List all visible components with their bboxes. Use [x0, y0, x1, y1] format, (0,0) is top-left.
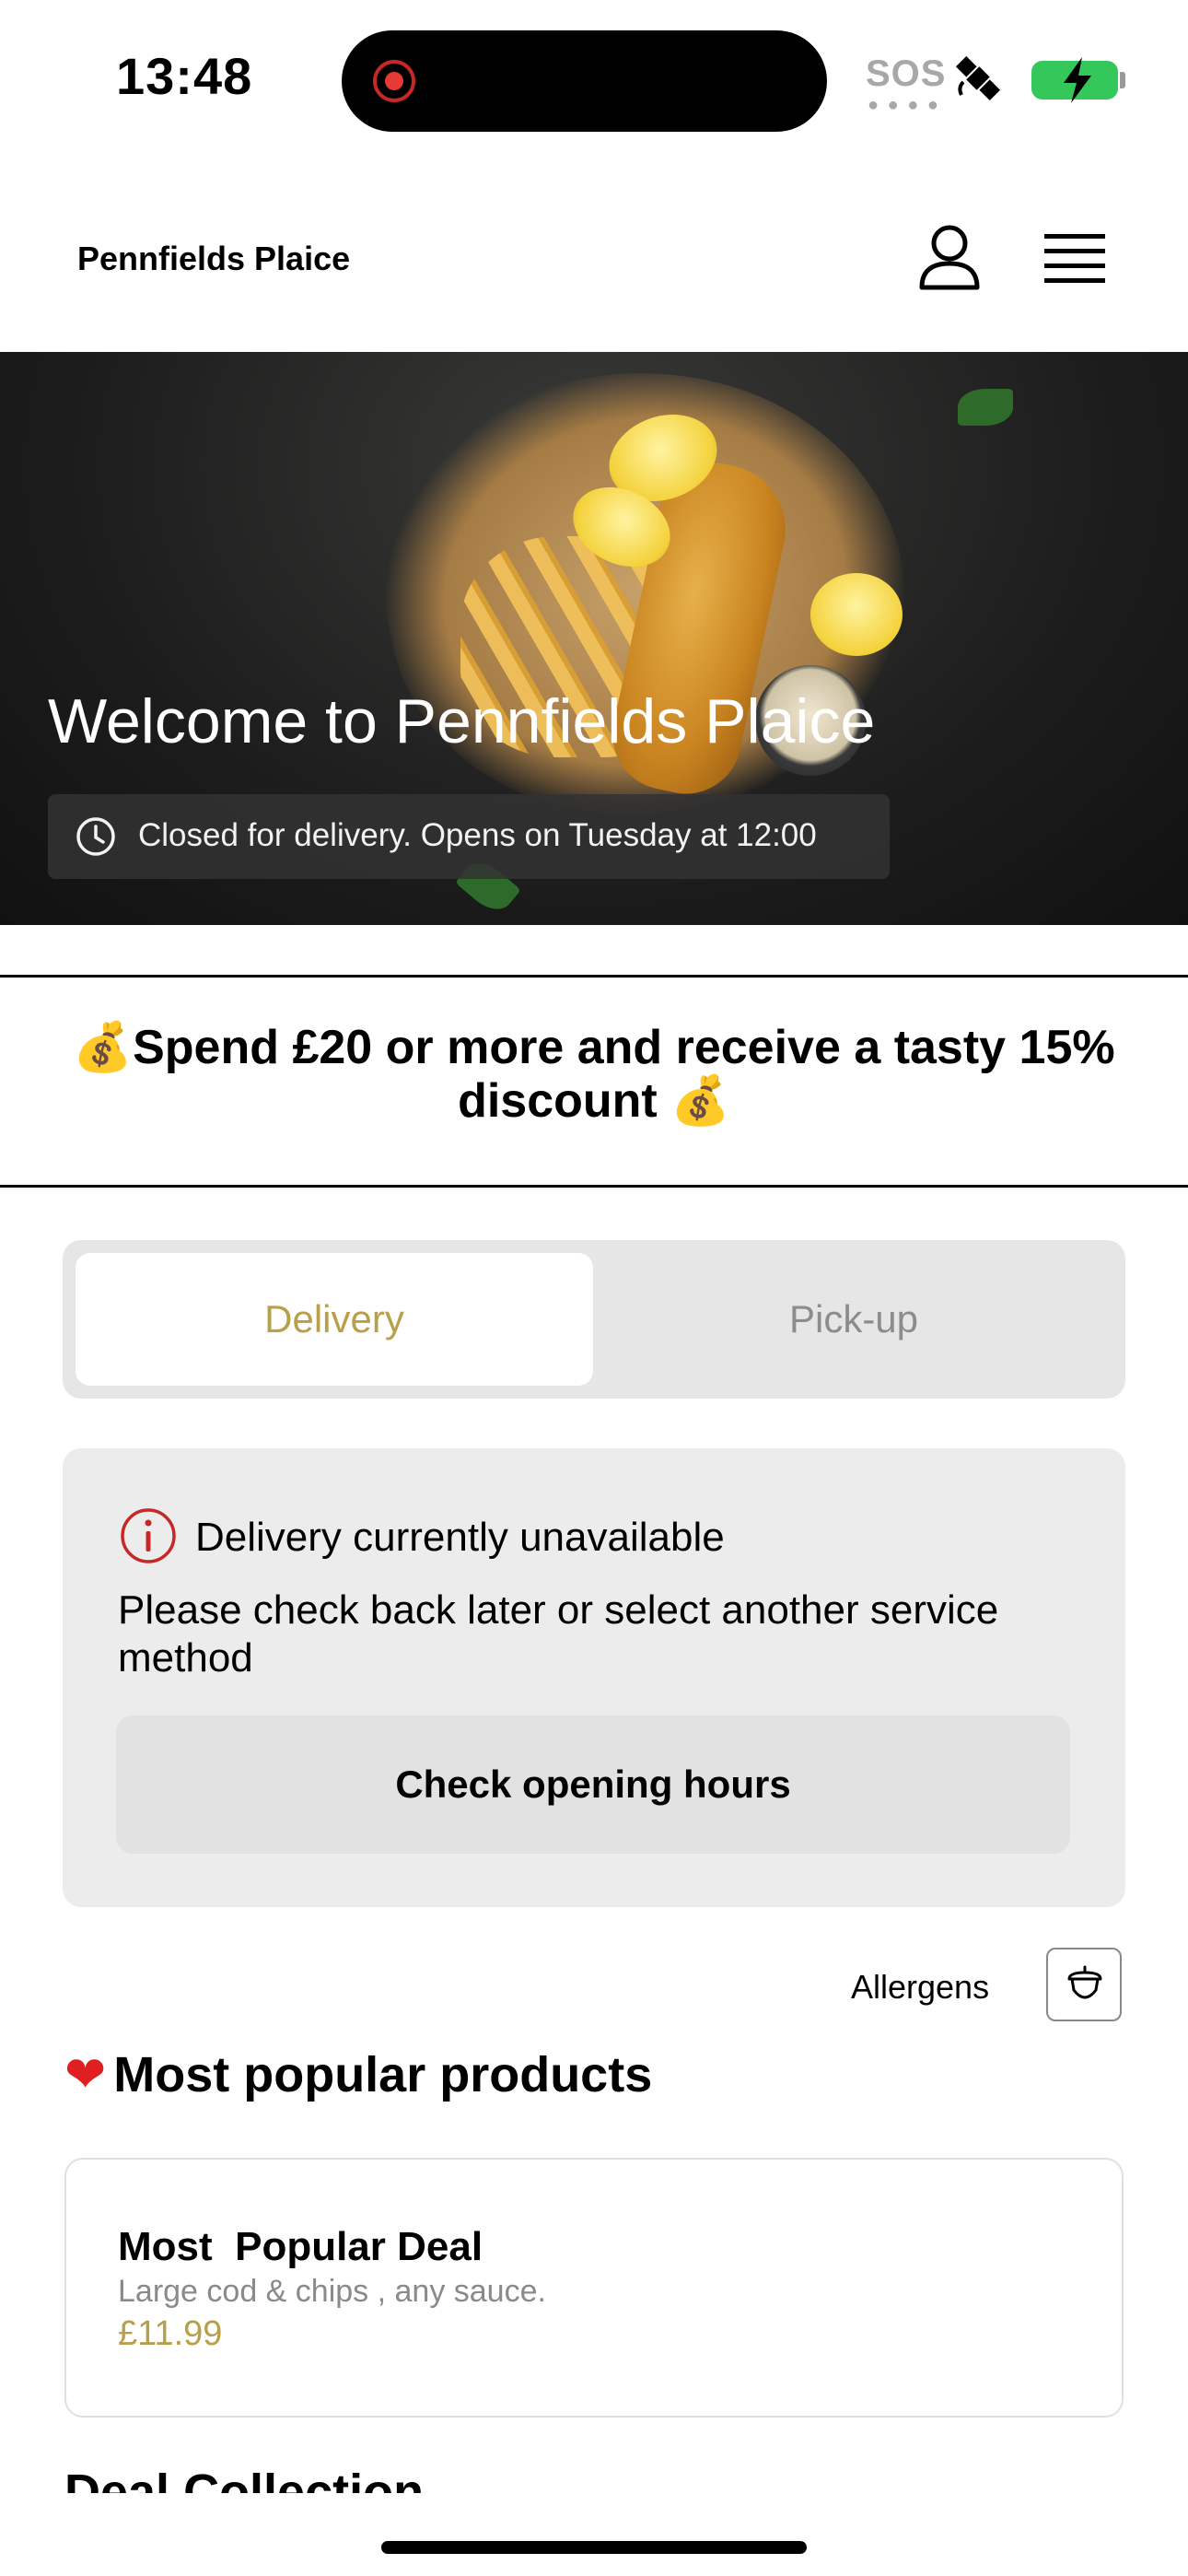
product-name: Most Popular Deal — [118, 2224, 483, 2269]
menu-icon[interactable] — [1044, 230, 1105, 286]
satellite-icon — [955, 55, 1001, 101]
battery-cap — [1120, 72, 1125, 88]
hero-status-badge: Closed for delivery. Opens on Tuesday at… — [48, 794, 890, 879]
home-indicator[interactable] — [381, 2541, 807, 2554]
signal-dots-icon: ● ● ● ● — [868, 95, 940, 115]
brand-name[interactable]: Pennfields Plaice — [77, 240, 350, 278]
hero-lemon-graphic — [810, 573, 903, 656]
delivery-unavailable-card: Delivery currently unavailable Please ch… — [63, 1448, 1125, 1907]
product-price: £11.99 — [118, 2314, 223, 2353]
sos-indicator: SOS — [866, 53, 947, 94]
allergens-label[interactable]: Allergens — [851, 1968, 989, 2007]
hero-banner: Welcome to Pennfields Plaice Closed for … — [0, 352, 1188, 925]
hero-title: Welcome to Pennfields Plaice — [48, 686, 876, 756]
check-opening-hours-button[interactable]: Check opening hours — [116, 1715, 1070, 1854]
user-icon[interactable] — [917, 223, 982, 291]
charging-bolt-icon — [1064, 57, 1091, 103]
clock-icon — [76, 817, 115, 856]
unavailable-title: Delivery currently unavailable — [195, 1515, 725, 1560]
status-time: 13:48 — [116, 47, 253, 105]
unavailable-message: Please check back later or select anothe… — [118, 1587, 999, 1680]
divider — [0, 975, 1188, 978]
status-bar: 13:48 SOS ● ● ● ● — [0, 0, 1188, 157]
info-alert-icon — [121, 1508, 176, 1563]
product-card[interactable]: Most Popular Deal Large cod & chips , an… — [64, 2158, 1124, 2418]
heart-icon: ❤ — [64, 2047, 107, 2102]
screen-record-icon — [373, 60, 415, 102]
hero-herb-graphic — [958, 389, 1013, 426]
service-method-toggle: Delivery Pick-up — [63, 1240, 1125, 1399]
product-description: Large cod & chips , any sauce. — [118, 2274, 546, 2309]
divider — [0, 1185, 1188, 1188]
acorn-icon — [1067, 1965, 1102, 1999]
dynamic-island — [342, 30, 827, 132]
allergens-button[interactable] — [1046, 1948, 1122, 2021]
tab-pickup[interactable]: Pick-up — [595, 1253, 1112, 1386]
promo-banner-text: 💰Spend £20 or more and receive a tasty 1… — [73, 1021, 1115, 1128]
hero-status-text: Closed for delivery. Opens on Tuesday at… — [138, 817, 817, 853]
section-title-deal-collection: Deal Collection — [64, 2465, 425, 2493]
tab-delivery[interactable]: Delivery — [76, 1253, 593, 1386]
section-title-popular: ❤ Most popular products — [64, 2047, 653, 2102]
